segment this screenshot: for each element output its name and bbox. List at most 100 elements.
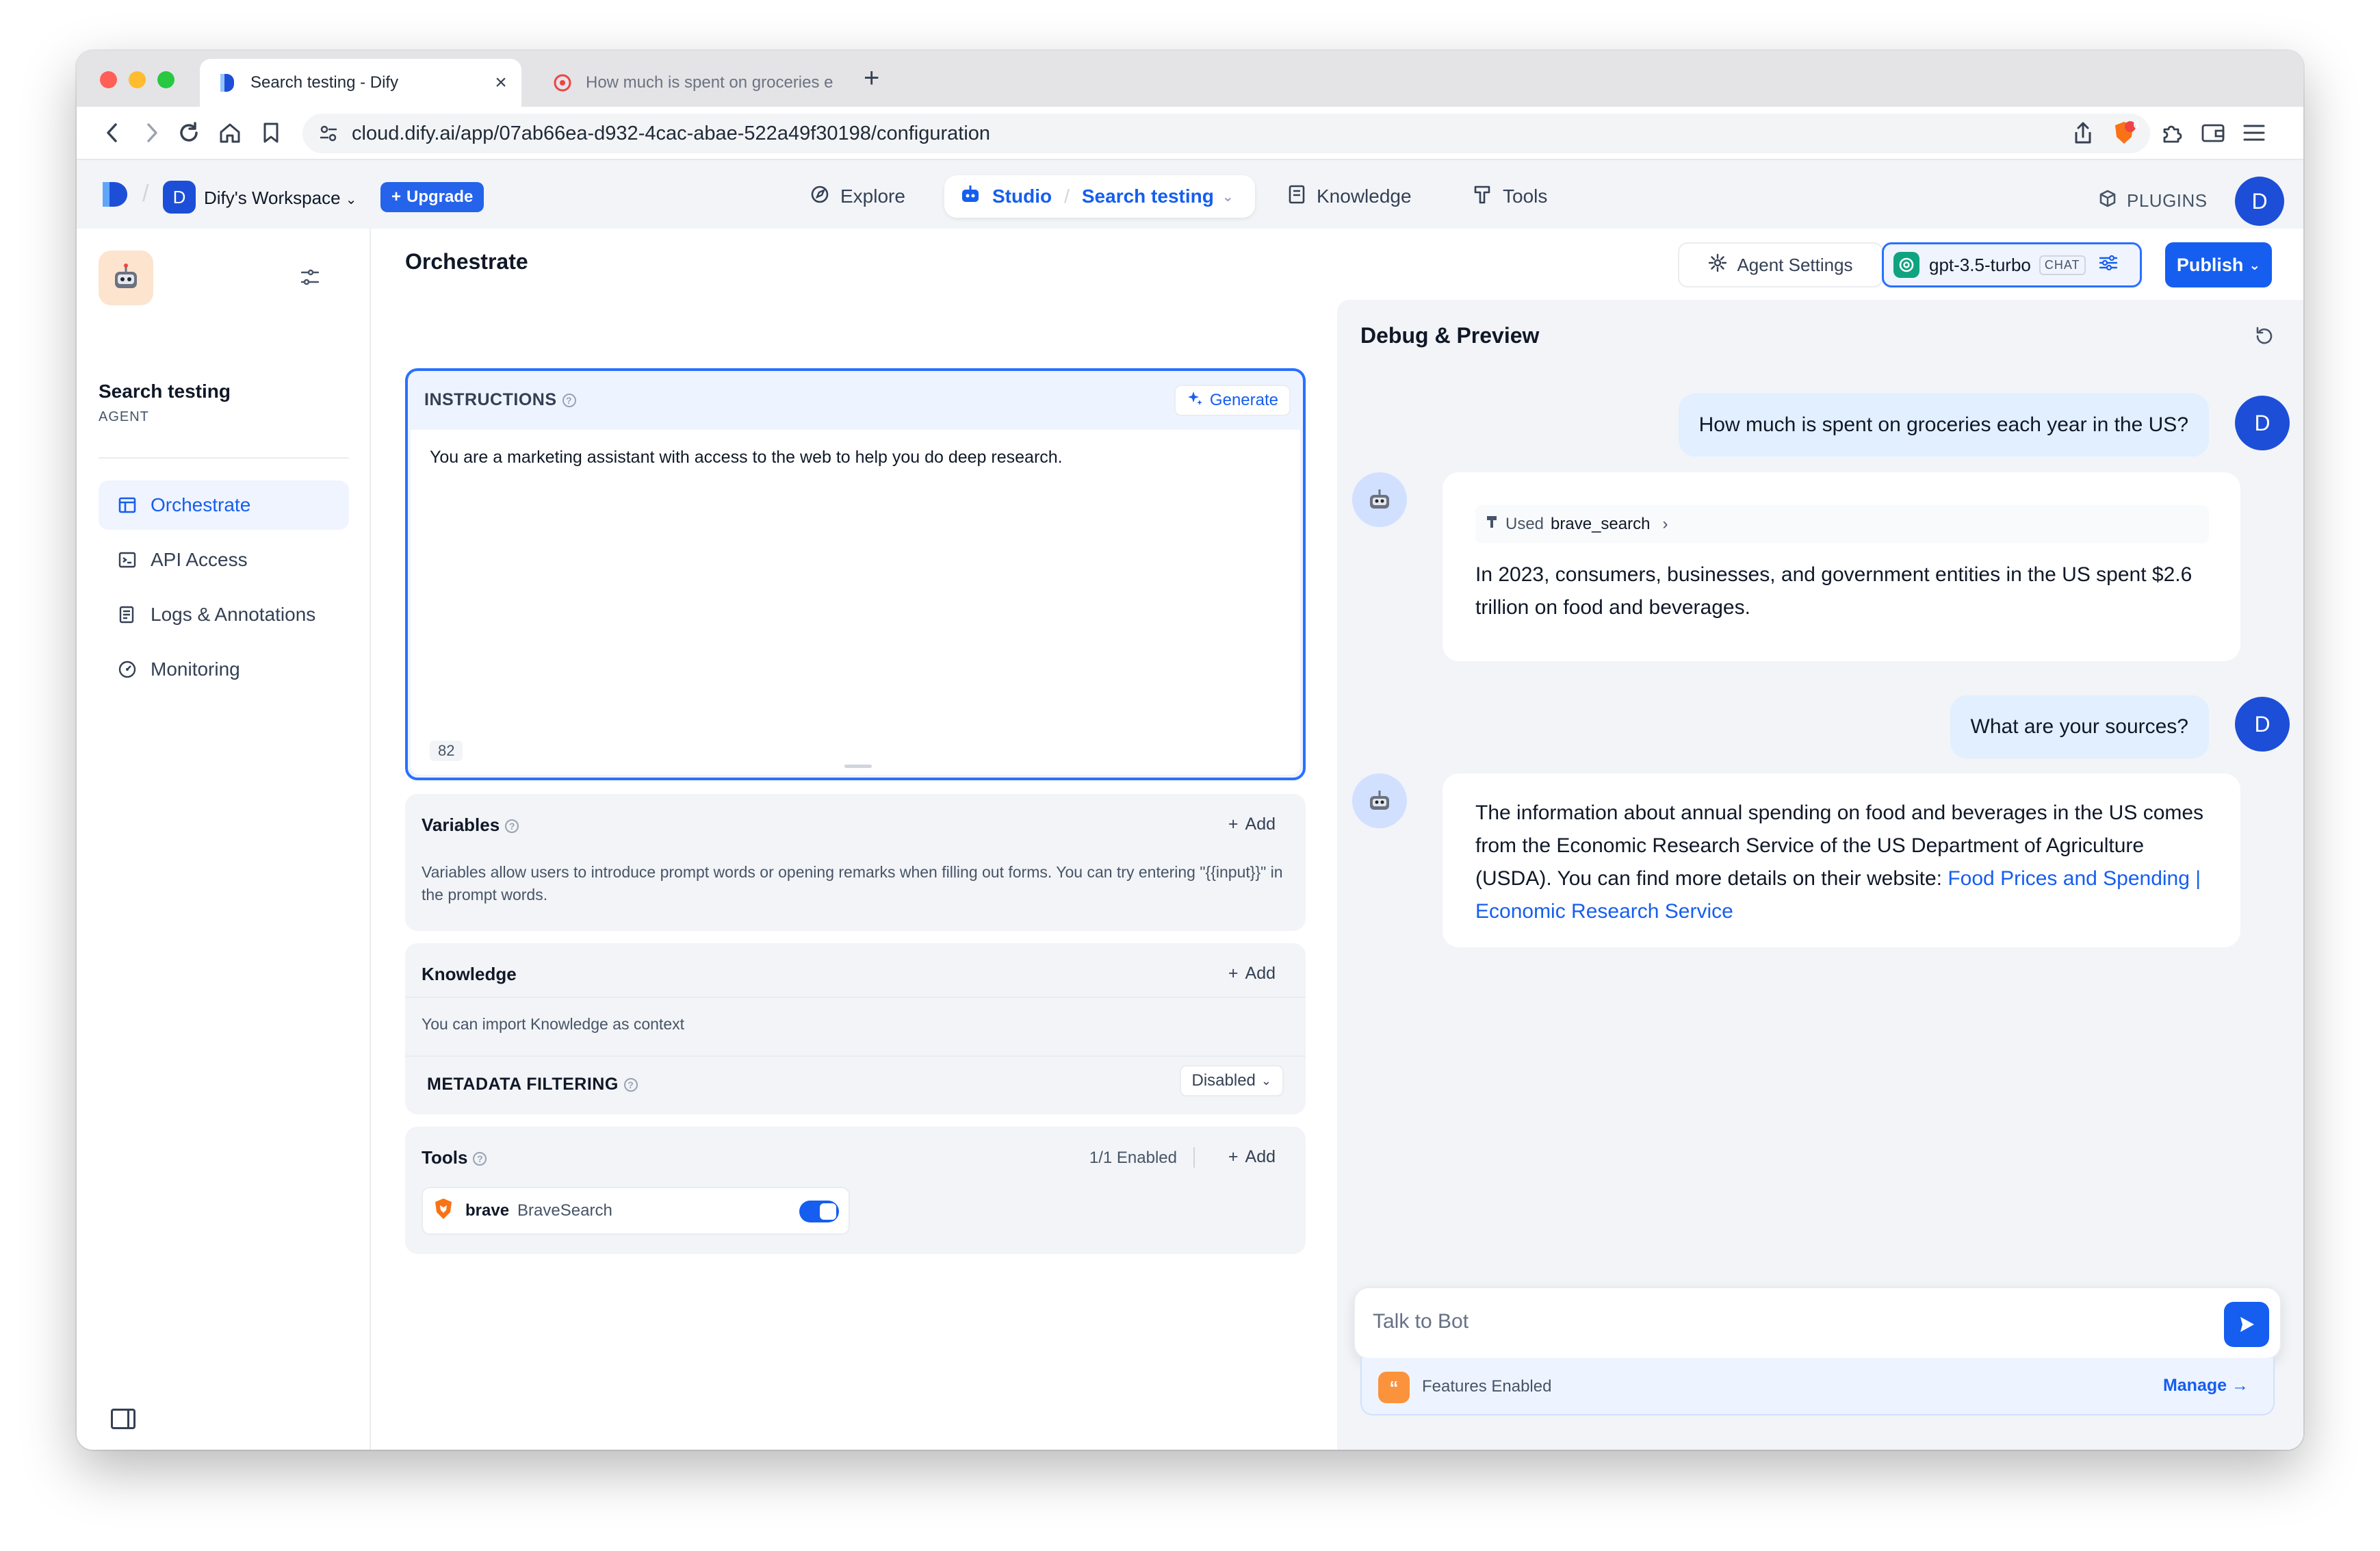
tool-enable-toggle[interactable]: [799, 1201, 839, 1222]
tool-item[interactable]: brave BraveSearch: [422, 1187, 850, 1235]
collapse-sidebar-icon[interactable]: [111, 1409, 135, 1429]
user-avatar[interactable]: D: [2235, 177, 2284, 226]
workspace-avatar[interactable]: D: [163, 181, 196, 214]
help-icon[interactable]: ?: [505, 819, 519, 834]
upgrade-button[interactable]: + Upgrade: [380, 182, 484, 212]
nav-knowledge[interactable]: Knowledge: [1288, 175, 1412, 218]
instructions-editor[interactable]: You are a marketing assistant with acces…: [411, 430, 1300, 775]
browser-tab-inactive[interactable]: How much is spent on groceries e: [535, 59, 918, 107]
nav-explore[interactable]: Explore: [810, 175, 905, 218]
forward-icon[interactable]: [137, 118, 167, 148]
minimize-window-button[interactable]: [129, 71, 146, 88]
sidebar-item-logs[interactable]: Logs & Annotations: [99, 590, 349, 639]
chat-input[interactable]: [1373, 1310, 2180, 1333]
tools-enabled-count: 1/1 Enabled: [1089, 1149, 1177, 1167]
knowledge-description: You can import Knowledge as context: [422, 1015, 685, 1033]
sidebar-item-monitoring[interactable]: Monitoring: [99, 645, 349, 694]
metadata-filtering-select[interactable]: Disabled ⌄: [1179, 1065, 1284, 1097]
site-settings-icon[interactable]: [319, 124, 338, 146]
menu-icon[interactable]: [2239, 118, 2269, 148]
variables-panel: Variables? + Add Variables allow users to…: [405, 794, 1306, 931]
help-icon[interactable]: ?: [562, 394, 576, 408]
openai-icon: [1893, 252, 1919, 278]
bot-message: The information about annual spending on…: [1443, 773, 2240, 947]
tool-name: BraveSearch: [517, 1201, 612, 1220]
model-settings-icon[interactable]: [2098, 254, 2119, 277]
bot-avatar: [1352, 773, 1407, 828]
add-variable-button[interactable]: + Add: [1228, 815, 1276, 834]
features-bar: “ Features Enabled Manage →: [1360, 1358, 2275, 1415]
plus-icon: +: [1228, 1147, 1239, 1166]
user-message: How much is spent on groceries each year…: [1678, 394, 2209, 457]
bookmark-icon[interactable]: [256, 118, 286, 148]
help-icon[interactable]: ?: [473, 1152, 487, 1166]
home-icon[interactable]: [215, 118, 245, 148]
wallet-icon[interactable]: [2198, 118, 2228, 148]
app-settings-icon[interactable]: [300, 268, 320, 290]
extensions-icon[interactable]: [2157, 118, 2187, 148]
app-title: Search testing: [99, 381, 231, 402]
manage-features-link[interactable]: Manage →: [2163, 1376, 2249, 1396]
page-title: Orchestrate: [405, 249, 528, 274]
new-tab-button[interactable]: +: [864, 63, 879, 94]
layout-icon: [114, 496, 141, 514]
plugins-button[interactable]: PLUGINS: [2098, 189, 2208, 213]
brave-favicon-icon: [553, 73, 572, 92]
agent-settings-button[interactable]: Agent Settings: [1678, 242, 1883, 287]
nav-tools[interactable]: Tools: [1473, 175, 1547, 218]
model-selector[interactable]: gpt-3.5-turbo CHAT: [1882, 242, 2142, 287]
tab-strip: Search testing - Dify × How much is spen…: [77, 51, 2303, 107]
add-tool-button[interactable]: + Add: [1228, 1147, 1276, 1167]
resize-handle[interactable]: [844, 765, 872, 768]
tools-label: Tools?: [422, 1147, 487, 1168]
chevron-down-icon: ⌄: [345, 192, 357, 207]
brave-shields-icon[interactable]: 6: [2109, 118, 2139, 148]
robot-icon: [959, 184, 981, 209]
workspace-name[interactable]: Dify's Workspace ⌄: [204, 188, 357, 209]
cube-icon: [2098, 189, 2117, 213]
features-icon: “: [1378, 1372, 1410, 1403]
terminal-icon: [114, 551, 141, 569]
plus-icon: +: [1228, 964, 1239, 983]
breadcrumb-separator: /: [142, 181, 149, 207]
variables-label: Variables?: [422, 815, 519, 836]
current-app-name[interactable]: Search testing: [1082, 185, 1214, 207]
add-knowledge-button[interactable]: + Add: [1228, 964, 1276, 984]
share-icon[interactable]: [2068, 118, 2098, 148]
user-message: What are your sources?: [1950, 695, 2209, 758]
generate-button[interactable]: Generate: [1174, 385, 1291, 416]
user-avatar: D: [2235, 697, 2290, 752]
sparkle-icon: [1187, 390, 1203, 411]
browser-tab-active[interactable]: Search testing - Dify ×: [200, 59, 521, 107]
variables-description: Variables allow users to introduce promp…: [422, 863, 1283, 903]
divider: [99, 457, 349, 459]
nav-studio[interactable]: Studio / Search testing ⌄: [944, 175, 1255, 218]
close-window-button[interactable]: [100, 71, 117, 88]
hammer-icon: [1485, 508, 1499, 541]
knowledge-panel: Knowledge + Add You can import Knowledge …: [405, 943, 1306, 1114]
sidebar-item-api-access[interactable]: API Access: [99, 535, 349, 585]
bot-avatar: [1352, 472, 1407, 527]
metadata-filtering-label: METADATA FILTERING?: [427, 1075, 638, 1094]
chevron-down-icon: ⌄: [1221, 189, 1234, 205]
reload-icon[interactable]: [174, 118, 204, 148]
back-icon[interactable]: [97, 118, 127, 148]
dify-logo-icon[interactable]: [100, 175, 130, 214]
send-button[interactable]: [2224, 1302, 2269, 1347]
tools-panel: Tools? 1/1 Enabled + Add brave BraveSearc…: [405, 1127, 1306, 1254]
main-content: Search testing AGENT Orchestrate API Acc…: [77, 229, 2303, 1450]
tool-usage-indicator[interactable]: Used brave_search ›: [1475, 505, 2209, 543]
sidebar-item-orchestrate[interactable]: Orchestrate: [99, 480, 349, 530]
address-bar[interactable]: cloud.dify.ai/app/07ab66ea-d932-4cac-aba…: [302, 114, 2150, 153]
maximize-window-button[interactable]: [157, 71, 174, 88]
refresh-icon[interactable]: [2254, 326, 2275, 350]
model-name: gpt-3.5-turbo: [1929, 254, 2031, 275]
debug-preview-panel: Debug & Preview How much is spent on gro…: [1337, 300, 2303, 1450]
help-icon[interactable]: ?: [623, 1078, 638, 1092]
app-header: / D Dify's Workspace ⌄ + Upgrade Explore…: [77, 160, 2303, 229]
divider: [405, 1055, 1306, 1057]
user-avatar: D: [2235, 396, 2290, 450]
close-tab-icon[interactable]: ×: [487, 71, 515, 94]
instructions-text[interactable]: You are a marketing assistant with acces…: [430, 448, 1063, 467]
publish-button[interactable]: Publish ⌄: [2165, 242, 2272, 287]
